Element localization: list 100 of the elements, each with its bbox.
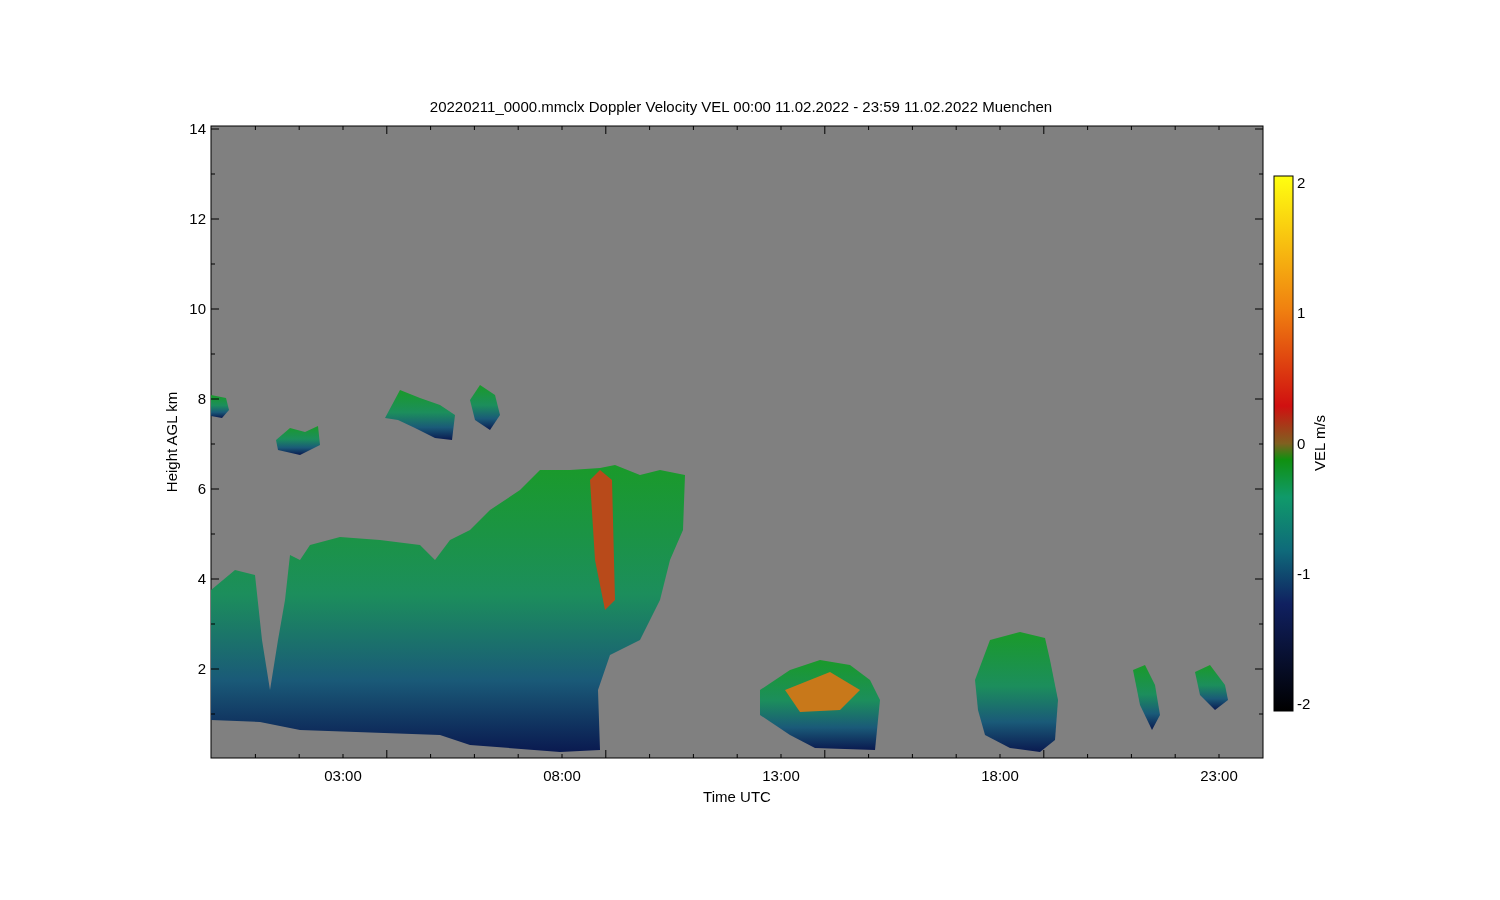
tick-mark xyxy=(254,125,256,131)
tick-mark xyxy=(1254,668,1264,670)
tick-mark xyxy=(1254,488,1264,490)
tick-mark xyxy=(430,753,432,759)
tick-mark xyxy=(1174,753,1176,759)
tick-mark xyxy=(473,753,475,759)
tick-mark xyxy=(824,125,826,135)
tick-mark xyxy=(210,488,220,490)
radar-echo xyxy=(1195,665,1228,710)
axis-label: Height AGL km xyxy=(163,391,180,493)
tick-mark xyxy=(649,753,651,759)
tick-mark xyxy=(386,749,388,759)
tick-mark xyxy=(1254,398,1264,400)
tick-mark xyxy=(210,263,216,265)
tick-label: 8 xyxy=(197,390,206,407)
tick-label: 0 xyxy=(1297,434,1306,452)
tick-mark xyxy=(430,125,432,131)
tick-mark xyxy=(1258,533,1264,535)
tick-mark xyxy=(1258,353,1264,355)
tick-label: 18:00 xyxy=(981,767,1019,784)
tick-label: 14 xyxy=(189,120,206,137)
tick-label: 2 xyxy=(1297,174,1306,191)
tick-label: -1 xyxy=(1297,564,1311,582)
tick-mark xyxy=(254,753,256,759)
tick-mark xyxy=(210,353,216,355)
tick-mark xyxy=(605,125,607,135)
tick-mark xyxy=(1258,713,1264,715)
tick-mark xyxy=(736,753,738,759)
tick-mark xyxy=(561,753,563,759)
tick-mark xyxy=(210,308,220,310)
tick-mark xyxy=(1254,308,1264,310)
tick-mark xyxy=(1087,753,1089,759)
radar-echo xyxy=(385,390,455,440)
tick-mark xyxy=(210,623,216,625)
tick-mark xyxy=(1087,125,1089,131)
tick-mark xyxy=(955,753,957,759)
tick-mark xyxy=(210,668,220,670)
tick-label: 10 xyxy=(189,300,206,317)
tick-mark xyxy=(1254,218,1264,220)
chart-title: 20220211_0000.mmclx Doppler Velocity VEL 00:00 11.02.2022 - 23:59 11.02.2022 Muenchen xyxy=(429,98,1053,115)
tick-mark xyxy=(342,125,344,131)
tick-mark xyxy=(955,125,957,131)
tick-mark xyxy=(561,125,563,131)
tick-label: -2 xyxy=(1297,695,1311,712)
tick-mark xyxy=(210,398,220,400)
tick-mark xyxy=(605,749,607,759)
tick-mark xyxy=(517,125,519,131)
tick-label: 4 xyxy=(197,570,206,587)
tick-mark xyxy=(517,753,519,759)
tick-mark xyxy=(210,713,216,715)
tick-mark xyxy=(1258,173,1264,175)
tick-mark xyxy=(999,125,1001,131)
tick-label: 6 xyxy=(197,480,206,497)
tick-mark xyxy=(1130,125,1132,131)
tick-label: 13:00 xyxy=(762,767,800,784)
tick-mark xyxy=(1130,753,1132,759)
tick-mark xyxy=(298,125,300,131)
tick-label: 2 xyxy=(197,660,206,677)
tick-mark xyxy=(210,578,220,580)
tick-mark xyxy=(911,753,913,759)
tick-mark xyxy=(692,753,694,759)
tick-label: 03:00 xyxy=(324,767,362,784)
tick-mark xyxy=(210,128,220,130)
tick-mark xyxy=(1043,125,1045,135)
tick-mark xyxy=(736,125,738,131)
tick-label: 23:00 xyxy=(1200,767,1238,784)
tick-mark xyxy=(1254,578,1264,580)
tick-mark xyxy=(1218,753,1220,759)
tick-mark xyxy=(1258,443,1264,445)
tick-label: 1 xyxy=(1297,304,1306,322)
axis-label: VEL m/s xyxy=(1311,414,1328,472)
tick-mark xyxy=(473,125,475,131)
tick-mark xyxy=(649,125,651,131)
radar-echo xyxy=(1133,665,1160,730)
tick-mark xyxy=(868,753,870,759)
tick-mark xyxy=(210,173,216,175)
radar-echo xyxy=(211,395,229,418)
tick-mark xyxy=(692,125,694,131)
tick-label: 08:00 xyxy=(543,767,581,784)
tick-mark xyxy=(1174,125,1176,131)
tick-mark xyxy=(1254,128,1264,130)
tick-mark xyxy=(911,125,913,131)
tick-mark xyxy=(342,753,344,759)
tick-mark xyxy=(210,533,216,535)
tick-mark xyxy=(210,443,216,445)
tick-mark xyxy=(780,125,782,131)
radar-echo xyxy=(276,426,320,455)
radar-echo xyxy=(470,385,500,430)
tick-mark xyxy=(780,753,782,759)
tick-mark xyxy=(824,749,826,759)
tick-mark xyxy=(210,218,220,220)
tick-mark xyxy=(999,753,1001,759)
tick-mark xyxy=(298,753,300,759)
axis-label: Time UTC xyxy=(703,788,771,805)
tick-mark xyxy=(1043,749,1045,759)
tick-mark xyxy=(386,125,388,135)
tick-mark xyxy=(1218,125,1220,131)
tick-mark xyxy=(1258,263,1264,265)
tick-mark xyxy=(868,125,870,131)
tick-mark xyxy=(1258,623,1264,625)
